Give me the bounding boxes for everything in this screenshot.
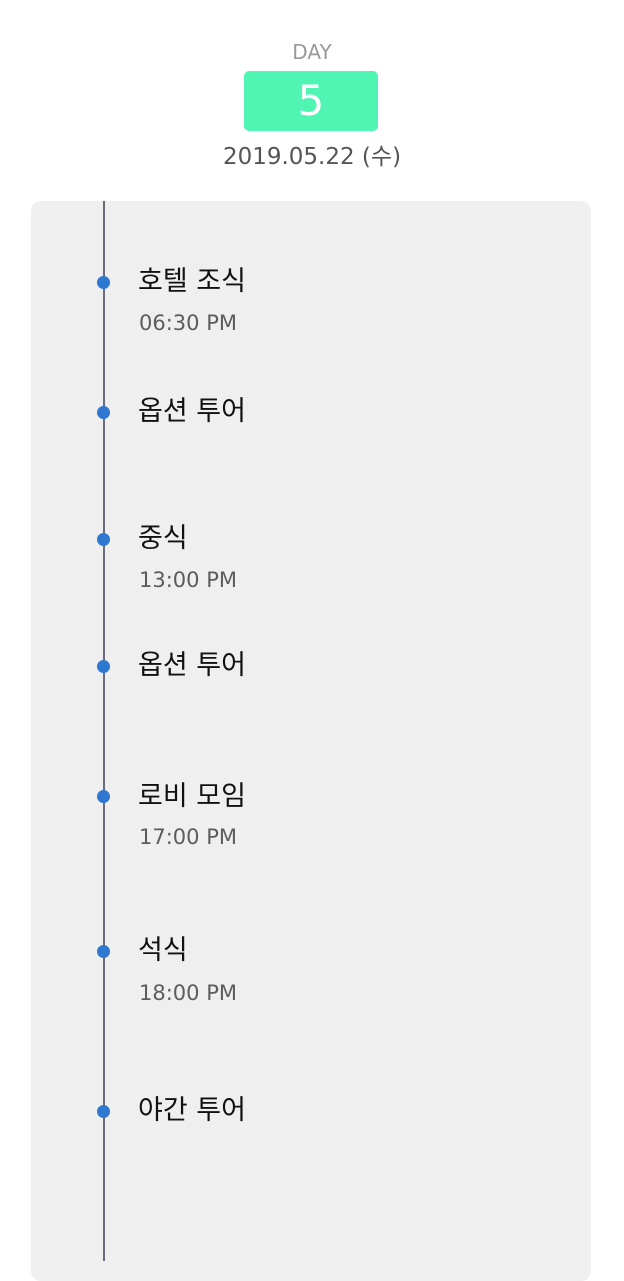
event-title: 중식 xyxy=(138,523,188,554)
event-title: 옵션 투어 xyxy=(138,650,246,681)
event-time: 06:30 PM xyxy=(139,311,237,335)
timeline-dot xyxy=(97,406,110,419)
day-header: DAY 5 2019.05.22 (수) xyxy=(0,0,624,200)
event-title: 로비 모임 xyxy=(138,781,246,812)
event-time: 18:00 PM xyxy=(139,981,237,1005)
timeline-dot xyxy=(97,945,110,958)
timeline-dot xyxy=(97,1105,110,1118)
schedule-card xyxy=(31,201,591,1281)
event-time: 13:00 PM xyxy=(139,568,237,592)
timeline-dot xyxy=(97,660,110,673)
timeline-dot xyxy=(97,533,110,546)
day-number-badge: 5 xyxy=(244,71,378,131)
day-label: DAY xyxy=(292,40,332,64)
event-title: 호텔 조식 xyxy=(138,266,246,297)
day-date: 2019.05.22 (수) xyxy=(222,144,402,170)
event-title: 옵션 투어 xyxy=(138,396,246,427)
event-time: 17:00 PM xyxy=(139,825,237,849)
timeline-dot xyxy=(97,276,110,289)
timeline-line xyxy=(103,201,105,1261)
event-title: 야간 투어 xyxy=(138,1095,246,1126)
event-title: 석식 xyxy=(138,935,188,966)
timeline-dot xyxy=(97,790,110,803)
